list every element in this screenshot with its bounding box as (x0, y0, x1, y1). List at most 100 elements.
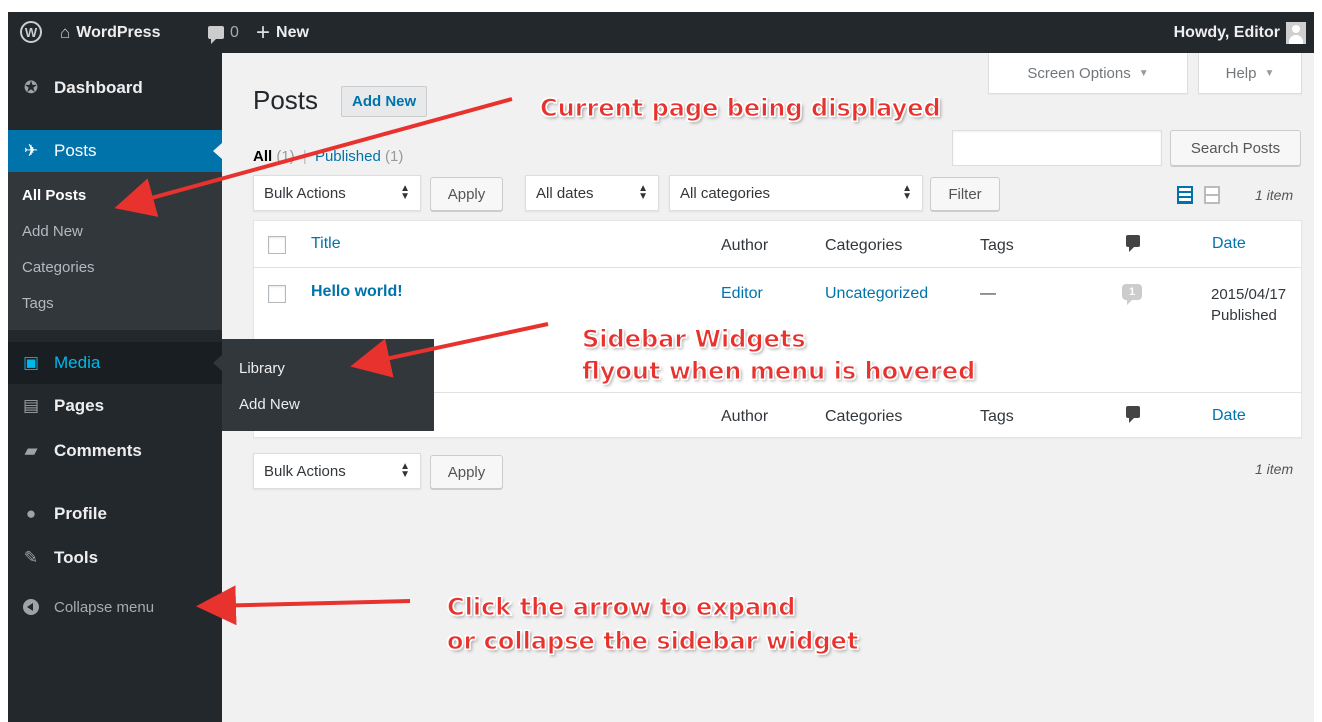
comments-link[interactable]: 0 (208, 12, 239, 53)
bulk-actions-value: Bulk Actions (264, 184, 346, 202)
comments-count: 0 (230, 24, 239, 41)
select-arrows-icon: ▲ ▼ (400, 183, 410, 202)
menu-pages-label: Pages (54, 396, 105, 415)
post-title-link[interactable]: Hello world! (311, 283, 403, 301)
screen-options-label: Screen Options (1027, 64, 1131, 82)
media-flyout-menu: Library Add New (222, 339, 434, 431)
submenu-all-posts[interactable]: All Posts (8, 178, 222, 214)
dashboard-icon: ✪ (23, 78, 39, 97)
caret-down-icon: ▼ (1138, 67, 1149, 79)
menu-profile[interactable]: ● Profile (8, 493, 222, 535)
page-title: Posts (253, 85, 319, 115)
footer-column-categories: Categories (825, 408, 903, 425)
collapse-menu-button[interactable]: Collapse menu (8, 589, 222, 625)
caret-down-icon: ▼ (1264, 67, 1275, 79)
menu-media-label: Media (54, 353, 101, 372)
annotation-current-page: Current page being displayed (540, 94, 942, 123)
menu-comments[interactable]: ▰ Comments (8, 430, 222, 472)
add-new-button[interactable]: Add New (341, 86, 428, 117)
plus-icon: + (256, 19, 271, 46)
item-count-top: 1 item (1255, 187, 1294, 203)
collapse-menu-label: Collapse menu (54, 598, 155, 616)
column-title[interactable]: Title (311, 235, 341, 253)
post-status-filters: All (1) | Published (1) (253, 148, 403, 165)
post-category-link[interactable]: Uncategorized (825, 285, 928, 303)
posts-submenu: All Posts Add New Categories Tags (8, 172, 222, 330)
pin-icon: ✈ (23, 141, 39, 160)
dates-value: All dates (536, 184, 594, 202)
post-author-link[interactable]: Editor (721, 285, 763, 303)
filter-published-count: (1) (385, 148, 404, 165)
filter-all[interactable]: All (253, 148, 272, 165)
search-posts-button[interactable]: Search Posts (1170, 130, 1301, 166)
list-view-icon[interactable] (1177, 186, 1193, 204)
annotation-flyout-line1: Sidebar Widgets (582, 325, 807, 354)
new-label: New (276, 24, 309, 41)
filter-published[interactable]: Published (315, 148, 381, 165)
categories-select[interactable]: All categories ▲ ▼ (669, 175, 923, 211)
help-button[interactable]: Help ▼ (1198, 53, 1302, 94)
apply-button-bottom[interactable]: Apply (430, 455, 503, 489)
home-icon: ⌂ (60, 23, 71, 42)
dates-select[interactable]: All dates ▲ ▼ (525, 175, 659, 211)
menu-tools[interactable]: ✎ Tools (8, 537, 222, 579)
site-name-link[interactable]: ⌂ WordPress (60, 12, 160, 53)
submenu-add-new[interactable]: Add New (8, 214, 222, 250)
post-date: 2015/04/17 Published (1211, 284, 1291, 326)
column-categories: Categories (825, 237, 903, 254)
menu-dashboard[interactable]: ✪ Dashboard (8, 67, 222, 109)
screen-options-button[interactable]: Screen Options ▼ (988, 53, 1188, 94)
wordpress-logo-icon[interactable]: W (20, 21, 42, 43)
select-arrows-icon: ▲ ▼ (400, 461, 410, 480)
submenu-categories[interactable]: Categories (8, 250, 222, 286)
post-status: Published (1211, 307, 1277, 324)
menu-pages[interactable]: ▤ Pages (8, 385, 222, 427)
comments-column-icon[interactable] (1126, 235, 1140, 252)
item-count-bottom: 1 item (1255, 461, 1294, 477)
categories-value: All categories (680, 184, 771, 202)
comment-bubble-icon (208, 26, 224, 44)
flyout-library[interactable]: Library (222, 351, 434, 387)
menu-dashboard-label: Dashboard (54, 78, 143, 97)
bulk-actions-select[interactable]: Bulk Actions ▲ ▼ (253, 175, 421, 211)
menu-posts[interactable]: ✈ Posts (8, 130, 222, 172)
comment-count-bubble[interactable]: 1 (1122, 284, 1142, 305)
excerpt-view-icon[interactable] (1204, 186, 1220, 204)
search-input[interactable] (952, 130, 1162, 166)
select-arrows-icon: ▲ ▼ (638, 183, 648, 202)
new-content-link[interactable]: + New (256, 12, 309, 53)
media-icon: ▣ (22, 353, 40, 372)
column-tags: Tags (980, 237, 1014, 254)
user-icon: ● (25, 504, 37, 523)
comments-column-icon[interactable] (1126, 406, 1140, 423)
select-all-checkbox[interactable] (268, 236, 286, 254)
menu-comments-label: Comments (54, 441, 142, 460)
bulk-actions-select-bottom[interactable]: Bulk Actions ▲ ▼ (253, 453, 421, 489)
post-date-value: 2015/04/17 (1211, 286, 1287, 303)
apply-button[interactable]: Apply (430, 177, 503, 211)
flyout-add-new[interactable]: Add New (222, 387, 434, 423)
howdy-label: Howdy, Editor (1173, 24, 1280, 41)
footer-column-date[interactable]: Date (1212, 407, 1246, 425)
menu-profile-label: Profile (54, 504, 107, 523)
menu-media[interactable]: ▣ Media (8, 342, 222, 384)
collapse-arrow-icon (8, 599, 54, 615)
row-checkbox[interactable] (268, 285, 286, 303)
column-date[interactable]: Date (1212, 235, 1246, 253)
pages-icon: ▤ (22, 396, 40, 415)
filter-all-count: (1) (276, 148, 295, 165)
annotation-flyout-line2: flyout when menu is hovered (581, 357, 976, 386)
filter-separator: | (302, 148, 307, 165)
avatar (1286, 21, 1306, 44)
post-tags: — (980, 285, 996, 302)
admin-sidebar: ✪ Dashboard ✈ Posts All Posts Add New Ca… (8, 53, 222, 722)
select-arrows-icon: ▲ ▼ (902, 183, 912, 202)
my-account-link[interactable]: Howdy, Editor (1174, 12, 1306, 53)
menu-posts-label: Posts (54, 141, 97, 160)
site-name: WordPress (76, 24, 161, 41)
filter-button[interactable]: Filter (930, 177, 1000, 211)
footer-column-author: Author (721, 408, 769, 425)
menu-tools-label: Tools (54, 548, 99, 567)
submenu-tags[interactable]: Tags (8, 286, 222, 322)
table-header-row: Title Author Categories Tags Date (254, 221, 1301, 268)
